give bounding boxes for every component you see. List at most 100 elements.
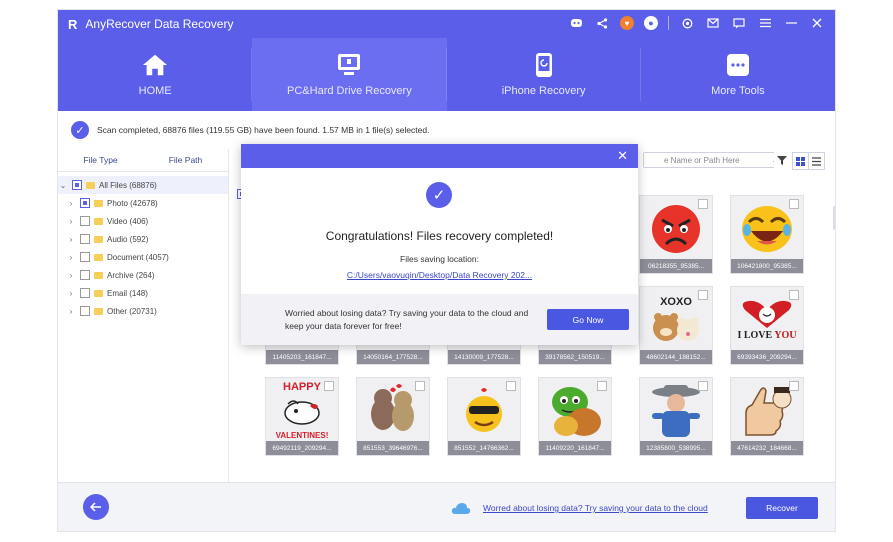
checkbox[interactable] — [80, 306, 90, 316]
checkbox[interactable] — [324, 381, 334, 391]
tree-item-email[interactable]: › Email (148) — [58, 284, 228, 302]
checkbox[interactable] — [80, 270, 90, 280]
save-location-label: Files saving location: — [400, 254, 479, 264]
xoxo-text: XOXO — [660, 296, 692, 308]
app-title: AnyRecover Data Recovery — [85, 17, 234, 31]
vertical-scrollbar[interactable] — [833, 206, 835, 230]
thumbnail[interactable]: XOXO 48602144_188152... — [639, 286, 713, 365]
discord-icon[interactable] — [568, 15, 584, 31]
titlebar-icons: ♥ ● — [568, 15, 825, 31]
tree-item-all-files[interactable]: ⌄ All Files (68876) — [58, 176, 228, 194]
thumbnail[interactable]: 06218355_95385... — [639, 195, 713, 274]
nav-label: HOME — [138, 84, 172, 97]
save-location-link[interactable]: C:/Users/vaovuqin/Desktop/Data Recovery … — [241, 270, 638, 280]
thumbnail[interactable]: 106421800_95385... — [730, 195, 804, 274]
tree-item-video[interactable]: › Video (406) — [58, 212, 228, 230]
chevron-right-icon[interactable]: › — [66, 217, 76, 226]
pc-drive-icon — [336, 53, 362, 77]
tree-item-other[interactable]: › Other (20731) — [58, 302, 228, 320]
checkbox[interactable] — [80, 288, 90, 298]
checkbox[interactable] — [80, 198, 90, 208]
thumbnail[interactable]: 851553_39646976... — [356, 377, 430, 456]
thumbnail[interactable]: 12385800_538995... — [639, 377, 713, 456]
checkbox[interactable] — [506, 381, 516, 391]
thumbnail[interactable]: HAPPY VALENTINES! 69492119_209294... — [265, 377, 339, 456]
thumbnail-caption: 39178562_150519... — [539, 350, 611, 364]
menu-icon[interactable] — [757, 15, 773, 31]
thumbnail[interactable]: 11409220_161847... — [538, 377, 612, 456]
checkbox[interactable] — [789, 199, 799, 209]
checkbox[interactable] — [80, 216, 90, 226]
checkbox[interactable] — [597, 381, 607, 391]
feedback-icon[interactable] — [731, 15, 747, 31]
tree-item-photo[interactable]: › Photo (42678) — [58, 194, 228, 212]
checkbox[interactable] — [415, 381, 425, 391]
thumbnail-caption: 69393436_209294... — [731, 350, 803, 364]
go-now-button[interactable]: Go Now — [547, 309, 629, 330]
tree-item-document[interactable]: › Document (4057) — [58, 248, 228, 266]
chevron-right-icon[interactable]: › — [66, 307, 76, 316]
chevron-right-icon[interactable]: › — [66, 289, 76, 298]
close-icon[interactable] — [809, 15, 825, 31]
dialog-footer: Worried about losing data? Try saving yo… — [241, 294, 638, 345]
close-icon[interactable]: ✕ — [617, 148, 628, 164]
left-pane: File Type File Path ⌄ All Files (68876) … — [58, 149, 229, 482]
checkbox[interactable] — [789, 290, 799, 300]
recover-button[interactable]: Recover — [746, 497, 818, 519]
list-view-icon[interactable] — [808, 152, 825, 170]
gift-icon[interactable]: ♥ — [620, 16, 634, 30]
tab-file-type[interactable]: File Type — [58, 149, 143, 171]
folder-icon — [94, 289, 103, 297]
account-icon[interactable]: ● — [644, 16, 658, 30]
nav-home[interactable]: HOME — [58, 38, 253, 111]
share-icon[interactable] — [594, 15, 610, 31]
nav-iphone-recovery[interactable]: iPhone Recovery — [447, 38, 641, 111]
thumbnail-caption: 12385800_538995... — [640, 441, 712, 455]
thumbnail-caption: 47614232_184668... — [731, 441, 803, 455]
minimize-icon[interactable] — [783, 15, 799, 31]
chevron-right-icon[interactable]: › — [66, 253, 76, 262]
tree-item-archive[interactable]: › Archive (264) — [58, 266, 228, 284]
bottom-bar: Worred about losing data? Try saving you… — [58, 482, 835, 531]
thumbnail-caption: 11405203_161847... — [266, 350, 338, 364]
thumbnail[interactable]: 47614232_184668... — [730, 377, 804, 456]
checkbox[interactable] — [789, 381, 799, 391]
cloud-backup-link[interactable]: Worred about losing data? Try saving you… — [483, 503, 708, 513]
checkbox[interactable] — [698, 290, 708, 300]
checkbox[interactable] — [80, 252, 90, 262]
happy-text: HAPPY — [283, 381, 321, 393]
thumbnail[interactable]: 851552_14766362... — [447, 377, 521, 456]
chevron-right-icon[interactable]: › — [66, 235, 76, 244]
thumbnail-caption: 106421800_95385... — [731, 259, 803, 273]
checkbox[interactable] — [72, 180, 82, 190]
settings-icon[interactable] — [679, 15, 695, 31]
thumbnail-caption: 06218355_95385... — [640, 259, 712, 273]
chevron-right-icon[interactable]: › — [66, 271, 76, 280]
recovery-complete-dialog: ✕ ✓ Congratulations! Files recovery comp… — [241, 144, 638, 345]
checkbox[interactable] — [698, 199, 708, 209]
checkbox[interactable] — [698, 381, 708, 391]
valentines-text: VALENTINES! — [275, 431, 329, 440]
chevron-right-icon[interactable]: › — [66, 199, 76, 208]
search-input[interactable]: e Name or Path Here ⌕ — [643, 152, 783, 168]
back-button[interactable] — [83, 494, 109, 520]
filter-icon[interactable] — [774, 152, 789, 168]
thumbnail-caption: 14130009_177528... — [448, 350, 520, 364]
titlebar-divider — [668, 16, 669, 30]
tree-item-audio[interactable]: › Audio (592) — [58, 230, 228, 248]
left-tabs: File Type File Path — [58, 149, 228, 172]
mail-icon[interactable] — [705, 15, 721, 31]
thumbnail[interactable]: I LOVE YOU 69393436_209294... — [730, 286, 804, 365]
nav-more-tools[interactable]: More Tools — [641, 38, 835, 111]
folder-icon — [94, 253, 103, 261]
folder-icon — [94, 307, 103, 315]
tab-file-path[interactable]: File Path — [143, 149, 228, 171]
nav-pc-drive-recovery[interactable]: PC&Hard Drive Recovery — [252, 38, 447, 111]
more-tools-icon — [725, 53, 751, 77]
grid-view-icon[interactable] — [792, 152, 809, 170]
i-love-text: I LOVE — [737, 329, 773, 341]
chevron-down-icon[interactable]: ⌄ — [58, 181, 68, 190]
scan-status-text: Scan completed, 68876 files (119.55 GB) … — [97, 125, 430, 135]
cloud-promo-text: Worried about losing data? Try saving yo… — [285, 308, 529, 331]
checkbox[interactable] — [80, 234, 90, 244]
